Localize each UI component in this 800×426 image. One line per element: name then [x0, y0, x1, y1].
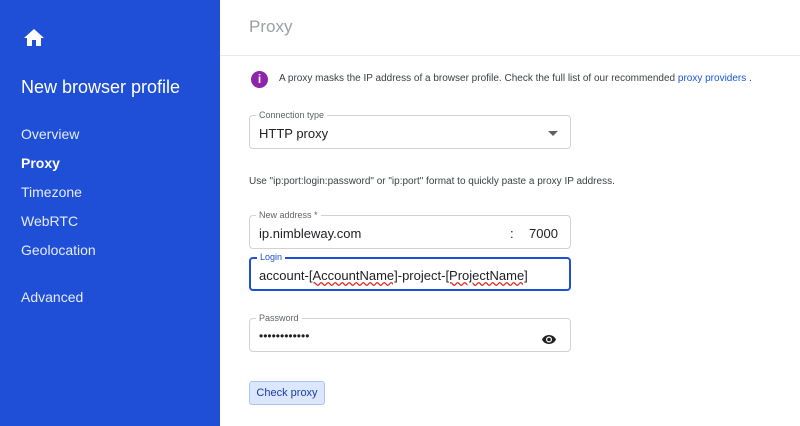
address-field[interactable]: New address * ip.nimbleway.com : 7000 — [249, 210, 571, 249]
password-label: Password — [256, 313, 302, 323]
login-value[interactable]: account-[AccountName]-project-[ProjectNa… — [259, 268, 528, 283]
login-field[interactable]: Login account-[AccountName]-project-[Pro… — [249, 252, 571, 291]
proxy-providers-link[interactable]: proxy providers — [678, 73, 746, 84]
info-message: A proxy masks the IP address of a browse… — [279, 73, 752, 84]
password-value[interactable]: •••••••••••• — [259, 329, 309, 344]
sidebar-item-overview[interactable]: Overview — [21, 126, 79, 142]
chevron-down-icon[interactable] — [548, 131, 558, 136]
sidebar-item-proxy[interactable]: Proxy — [21, 155, 60, 171]
check-proxy-button[interactable]: Check proxy — [249, 381, 325, 405]
login-account-placeholder: [AccountName] — [308, 268, 398, 283]
main-panel: Proxy i A proxy masks the IP address of … — [220, 0, 800, 426]
login-label: Login — [257, 252, 286, 262]
password-field[interactable]: Password •••••••••••• — [249, 313, 571, 352]
sidebar-item-geolocation[interactable]: Geolocation — [21, 242, 96, 258]
sidebar-title: New browser profile — [21, 77, 181, 97]
sidebar-item-timezone[interactable]: Timezone — [21, 184, 82, 200]
address-value[interactable]: ip.nimbleway.com — [259, 226, 361, 241]
header-divider — [220, 55, 800, 56]
connection-type-value: HTTP proxy — [259, 126, 329, 141]
sidebar-item-advanced[interactable]: Advanced — [21, 289, 83, 305]
connection-type-label: Connection type — [256, 110, 328, 120]
address-label: New address * — [256, 210, 321, 220]
home-icon[interactable] — [22, 26, 46, 50]
info-icon: i — [251, 71, 268, 88]
login-middle: -project- — [397, 268, 446, 283]
info-message-text: A proxy masks the IP address of a browse… — [279, 73, 678, 84]
login-prefix: account- — [259, 268, 309, 283]
connection-type-select[interactable]: Connection type HTTP proxy — [249, 110, 571, 149]
login-project-placeholder: [ProjectName] — [445, 268, 528, 283]
address-port-separator: : — [510, 226, 514, 241]
paste-format-help: Use "ip:port:login:password" or "ip:port… — [249, 176, 615, 187]
port-value[interactable]: 7000 — [529, 226, 558, 241]
sidebar-item-webrtc[interactable]: WebRTC — [21, 213, 78, 229]
page-title: Proxy — [249, 17, 293, 36]
sidebar: New browser profile Overview Proxy Timez… — [0, 0, 220, 426]
eye-icon[interactable] — [542, 331, 556, 344]
info-message-suffix: . — [746, 73, 752, 84]
